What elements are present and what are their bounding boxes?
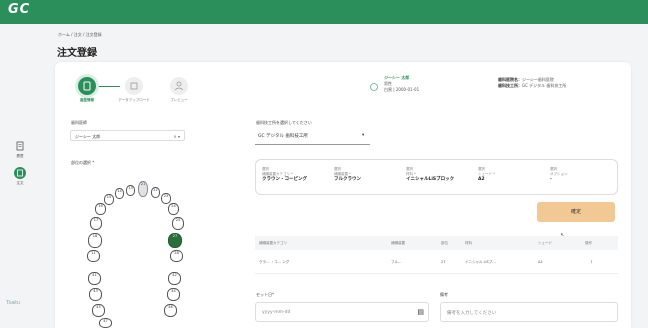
tooth-select-label: 部位の選択 * (71, 160, 95, 165)
tooth-14[interactable]: 14 (115, 188, 124, 199)
tooth-icon (83, 81, 91, 91)
tooth-27-selected[interactable]: 27 (168, 233, 182, 248)
select-option[interactable]: 選択 オプション - (550, 167, 568, 182)
cell-material: イニシャル LiSブ… (465, 260, 496, 264)
col-shade: シェード (538, 241, 552, 245)
page-title: 注文登録 (57, 48, 97, 59)
preview-icon (174, 81, 184, 91)
tooth-42[interactable]: 43 (89, 288, 102, 301)
lab-select-value: GC デジタル 歯科技工所 (258, 134, 308, 139)
select-prosthesis[interactable]: 選択 補綴装置 * フルクラウン (334, 167, 361, 182)
patient-avatar-icon (370, 83, 378, 91)
tooth-24[interactable]: 24 (168, 203, 179, 215)
clinic-label: 歯科医院名： (498, 77, 522, 82)
tooth-23[interactable]: 23 (161, 193, 171, 204)
clear-chevron-icon[interactable]: × ▾ (173, 134, 180, 139)
col-site: 部位 (441, 241, 448, 245)
tooth-13[interactable]: 13 (126, 185, 135, 196)
option-value: - (550, 177, 552, 182)
upload-icon (130, 82, 138, 90)
select-material[interactable]: 選択 材料 * イニシャルLiSブロック (406, 167, 454, 182)
confirm-button[interactable]: 確定 (537, 202, 615, 222)
sidebar-item-history[interactable]: 履歴 (8, 140, 32, 159)
shade-value: A2 (478, 177, 485, 182)
step-label: プレビュー (170, 98, 188, 102)
col-prosthesis: 補綴装置 (391, 241, 405, 245)
prosthesis-value: フルクラウン (334, 177, 361, 182)
set-date-placeholder: yyyy-mm-dd (262, 310, 291, 315)
tooth-16[interactable]: 16 (95, 203, 106, 215)
tooth-18[interactable]: 18 (88, 233, 102, 248)
tooth-44[interactable]: 47 (99, 318, 112, 328)
tooth-15[interactable]: 15 (104, 194, 114, 205)
set-date-input[interactable]: yyyy-mm-dd ▤ (255, 302, 429, 322)
brand-logo: Tsaku (6, 300, 21, 306)
step-tooth-info[interactable]: 歯型情報 (72, 77, 102, 103)
lab-label: 歯科技工所： (498, 83, 522, 88)
tooth-25[interactable]: 25 (172, 217, 184, 230)
category-value: クラウン・コーピング (262, 177, 307, 182)
dentist-select[interactable]: ジーシー 太郎 × ▾ (70, 130, 185, 141)
sidebar-item-order[interactable]: 注文 (8, 167, 32, 186)
cell-category: クラ… ・コ… ング (259, 260, 290, 264)
selection-panel: 選択 補綴装置カテゴリ * クラウン・コーピング 選択 補綴装置 * フルクラウン 選択… (255, 159, 618, 195)
lab-select[interactable]: GC デジタル 歯科技工所 ▾ (258, 133, 368, 139)
note-textarea[interactable]: 備考を入力してください (440, 302, 618, 322)
tooth-21[interactable]: 21 (138, 181, 148, 197)
note-placeholder: 備考を入力してください (447, 311, 497, 316)
step-label: データアップロード (118, 98, 150, 102)
cell-prosthesis: フル… (391, 260, 402, 264)
step-preview[interactable]: プレビュー (162, 77, 196, 103)
table-header: 補綴装置カテゴリ 補綴装置 部位 材料 シェード 操作 (255, 236, 618, 250)
order-icon (14, 167, 26, 179)
patient-birth: 白黒 | 2000-01-01 (384, 87, 420, 92)
dentist-label: 歯科医師 (71, 120, 87, 125)
step-data-upload[interactable]: データアップロード (112, 77, 156, 103)
chevron-down-icon: ▾ (362, 133, 365, 138)
row-menu-icon[interactable]: ⋮ (590, 260, 594, 264)
calendar-icon[interactable]: ▤ (417, 308, 424, 316)
lab-value: GC デジタル 歯科技工所 (522, 83, 567, 88)
cell-site: 27 (441, 260, 446, 264)
step-label: 歯型情報 (80, 98, 94, 102)
col-category: 補綴装置カテゴリ (259, 241, 287, 245)
tooth-22[interactable]: 22 (151, 187, 160, 198)
top-bar: GC (0, 0, 648, 24)
select-category[interactable]: 選択 補綴装置カテゴリ * クラウン・コーピング (262, 167, 307, 182)
note-label: 備考 (440, 292, 448, 297)
col-action: 操作 (585, 241, 592, 245)
lab-select-label: 歯科技工所を選択してください (256, 120, 312, 125)
set-date-label: セット日* (256, 292, 274, 297)
material-value: イニシャルLiSブロック (406, 177, 455, 182)
cell-shade: A2 (538, 260, 543, 264)
tooth-28[interactable]: 28 (170, 250, 183, 262)
clinic-value: ジーシー歯科医院 (522, 77, 554, 82)
select-shade[interactable]: 選択 シェード * A2 (478, 167, 495, 182)
list-icon (16, 141, 24, 151)
tooth-17[interactable]: 17 (90, 217, 102, 230)
tooth-lower-right-3[interactable]: 46 (164, 304, 177, 317)
col-material: 材料 (465, 241, 472, 245)
row-divider (255, 273, 618, 274)
tooth-lower-right-1[interactable]: 42 (168, 272, 181, 285)
tooth-lower-right-2[interactable]: 44 (167, 288, 180, 301)
app-logo[interactable]: GC (8, 2, 30, 17)
sidebar-item-label: 履歴 (16, 154, 24, 158)
lab-select-underline (255, 144, 370, 145)
dentist-value: ジーシー 太郎 (75, 134, 101, 139)
sidebar-item-label: 注文 (16, 181, 24, 185)
tooth-11[interactable]: 11 (87, 250, 100, 262)
breadcrumb[interactable]: ホーム / 注文 / 注文登録 (58, 32, 102, 38)
tooth-43[interactable]: 45 (92, 304, 105, 317)
patient-info: ジーシー 太郎 男性 白黒 | 2000-01-01 (384, 75, 419, 93)
clinic-info: 歯科医院名：ジーシー歯科医院 歯科技工所：GC デジタル 歯科技工所 (498, 77, 566, 89)
sidebar: 履歴 注文 Tsaku (0, 24, 40, 328)
tooth-41[interactable]: 41 (88, 272, 101, 285)
